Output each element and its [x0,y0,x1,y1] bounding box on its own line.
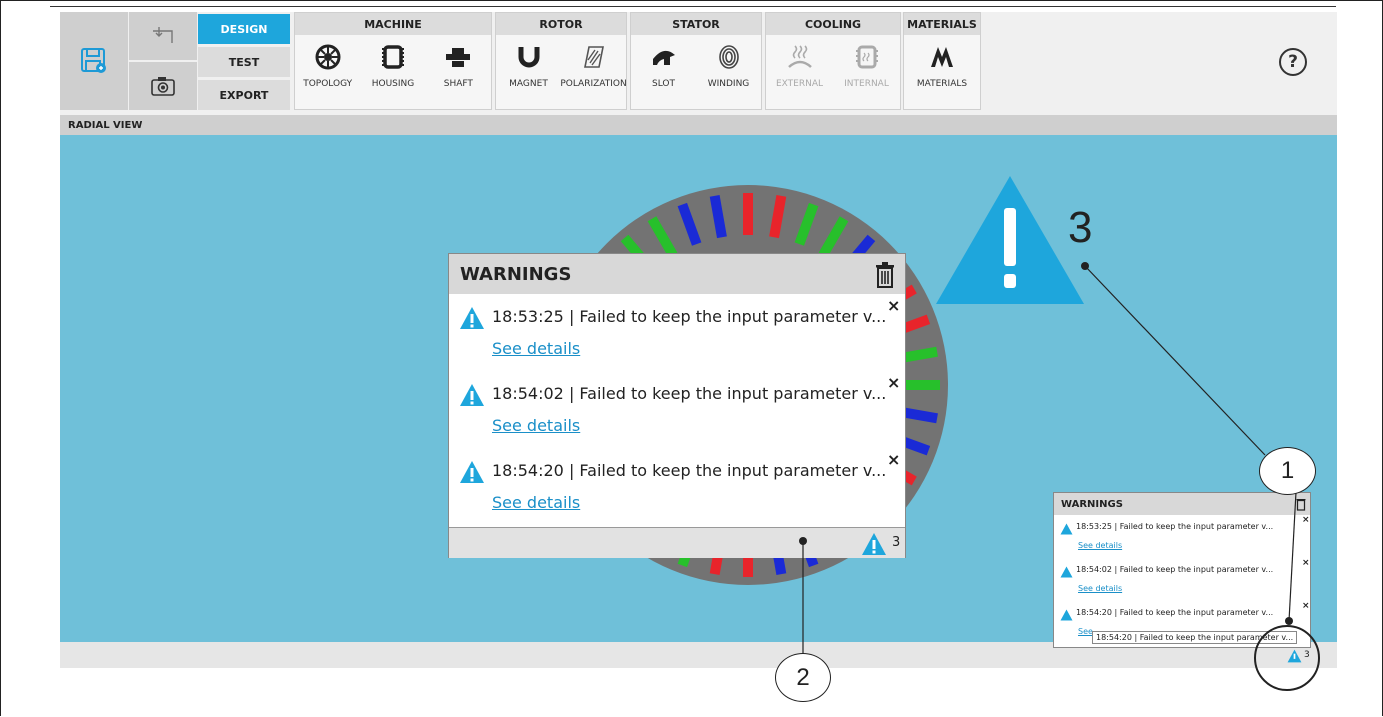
callout-2: 2 [775,653,831,702]
callout-lines [799,262,1320,691]
callout-1: 1 [1259,447,1316,495]
